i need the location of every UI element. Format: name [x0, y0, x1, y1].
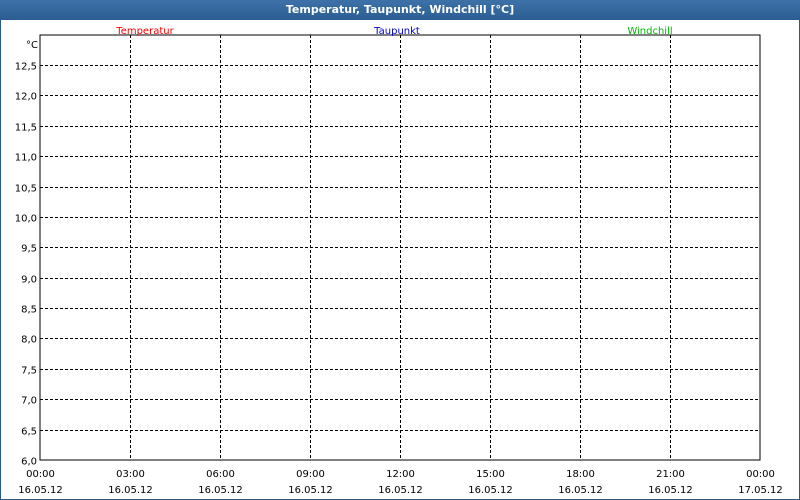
x-tick-date-label: 16.05.12 — [18, 485, 63, 496]
y-tick-label: 8,5 — [21, 305, 37, 316]
y-axis: 12,5 12,0 11,5 11,0 10,5 10,0 9,5 9,0 8,5 8,0 7,5 7… — [15, 62, 37, 468]
y-tick-label: 7,5 — [21, 366, 37, 377]
x-tick-time-label: 06:00 — [206, 469, 235, 480]
x-tick-date-label: 17.05.12 — [738, 485, 783, 496]
y-tick-label: 12,5 — [15, 62, 37, 73]
y-tick-label: 10,0 — [15, 214, 37, 225]
legend-entry-temperatur: Temperatur — [115, 26, 174, 37]
legend-entry-taupunkt: Taupunkt — [373, 26, 420, 37]
x-tick-date-label: 16.05.12 — [198, 485, 243, 496]
x-tick-time-label: 00:00 — [26, 469, 55, 480]
x-tick-time-label: 09:00 — [296, 469, 325, 480]
y-tick-label: 7,0 — [21, 396, 37, 407]
chart-plot: °C 12,5 12,0 11,5 11,0 10,5 10,0 9,5 9,0 8,5 8,0 7… — [15, 26, 783, 496]
x-tick-date-label: 16.05.12 — [648, 485, 693, 496]
x-tick-time-label: 15:00 — [476, 469, 505, 480]
y-axis-unit-label: °C — [26, 40, 38, 51]
x-tick-time-label: 18:00 — [566, 469, 595, 480]
x-tick-date-label: 16.05.12 — [108, 485, 153, 496]
y-tick-label: 9,5 — [21, 244, 37, 255]
y-tick-label: 8,0 — [21, 335, 37, 346]
x-tick-date-label: 16.05.12 — [288, 485, 333, 496]
y-tick-label: 12,0 — [15, 92, 37, 103]
x-tick-date-label: 16.05.12 — [378, 485, 423, 496]
x-tick-date-label: 16.05.12 — [468, 485, 513, 496]
x-tick-time-label: 00:00 — [746, 469, 775, 480]
y-tick-label: 11,5 — [15, 123, 37, 134]
y-tick-label: 6,5 — [21, 427, 37, 438]
y-tick-label: 6,0 — [21, 457, 37, 468]
grid — [40, 35, 760, 460]
legend-entry-windchill: Windchill — [627, 26, 672, 37]
x-axis: 00:00 16.05.12 03:00 16.05.12 06:00 16.05.12 0… — [18, 469, 783, 496]
y-tick-label: 11,0 — [15, 153, 37, 164]
x-tick-date-label: 16.05.12 — [558, 485, 603, 496]
y-tick-label: 10,5 — [15, 184, 37, 195]
y-tick-label: 9,0 — [21, 275, 37, 286]
x-tick-time-label: 21:00 — [656, 469, 685, 480]
x-tick-time-label: 12:00 — [386, 469, 415, 480]
x-tick-time-label: 03:00 — [116, 469, 145, 480]
